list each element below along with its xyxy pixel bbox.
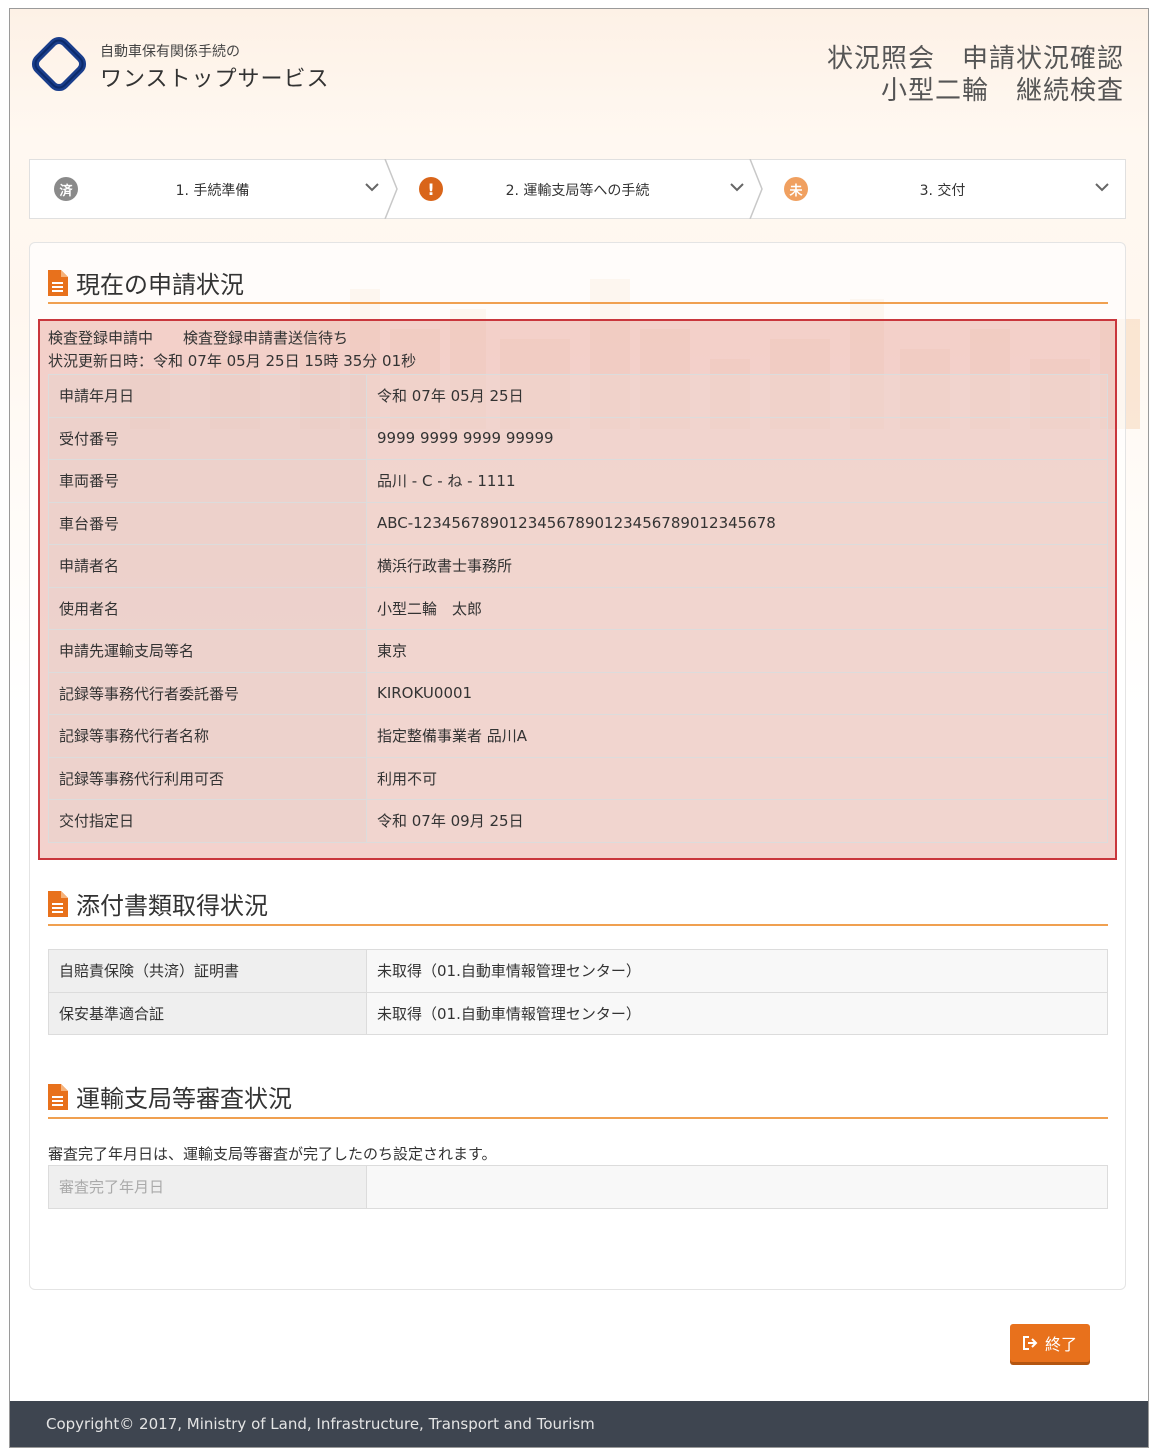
row-value (366, 1165, 1108, 1209)
status-panel: 現在の申請状況 検査登録申請中 検査登録申請書送信待ち 状況更新日時：令和 07… (29, 242, 1126, 1290)
table-row: 受付番号 9999 9999 9999 99999 (48, 416, 1108, 460)
table-row: 記録等事務代行者名称 指定整備事業者 品川A (48, 714, 1108, 758)
section-divider (48, 302, 1108, 304)
row-label: 受付番号 (48, 416, 367, 460)
section-title-text: 添付書類取得状況 (76, 892, 268, 920)
application-status: 検査登録申請中 検査登録申請書送信待ち (48, 329, 349, 347)
document-icon (48, 890, 68, 917)
row-label: 車両番号 (48, 459, 367, 503)
row-label: 車台番号 (48, 501, 367, 545)
page-title-line2: 小型二輪 継続検査 (880, 76, 1124, 106)
table-row: 審査完了年月日 (48, 1165, 1108, 1209)
row-value: 令和 07年 09月 25日 (366, 799, 1108, 843)
attachments-table: 自賠責保険（共済）証明書 未取得（01.自動車情報管理センター） 保安基準適合証 未取… (48, 949, 1108, 1035)
table-row: 記録等事務代行者委託番号 KIROKU0001 (48, 671, 1108, 715)
row-label: 使用者名 (48, 586, 367, 630)
table-row: 交付指定日 令和 07年 09月 25日 (48, 799, 1108, 843)
chevron-down-icon (365, 183, 379, 192)
row-value: KIROKU0001 (366, 671, 1108, 715)
section-title-attachments: 添付書類取得状況 (48, 886, 268, 921)
step-label: 1. 手続準備 (175, 183, 250, 199)
chevron-down-icon (730, 183, 744, 192)
row-label: 自賠責保険（共済）証明書 (48, 949, 367, 993)
step-delivery[interactable]: 未 3. 交付 (760, 160, 1125, 218)
row-label: 申請年月日 (48, 374, 367, 418)
sign-out-icon (1022, 1336, 1038, 1350)
table-row: 保安基準適合証 未取得（01.自動車情報管理センター） (48, 991, 1108, 1035)
section-title-current: 現在の申請状況 (48, 265, 244, 300)
row-value: 令和 07年 05月 25日 (366, 374, 1108, 418)
section-divider (48, 1117, 1108, 1119)
row-label: 申請先運輸支局等名 (48, 629, 367, 673)
brand-subtitle: 自動車保有関係手続の (100, 44, 240, 60)
footer: Copyright© 2017, Ministry of Land, Infra… (10, 1401, 1148, 1447)
row-value: 利用不可 (366, 756, 1108, 800)
table-row: 申請者名 横浜行政書士事務所 (48, 544, 1108, 588)
one-stop-service-logo (31, 36, 87, 92)
row-value: 小型二輪 太郎 (366, 586, 1108, 630)
row-label: 保安基準適合証 (48, 991, 367, 1035)
row-value: 未取得（01.自動車情報管理センター） (366, 991, 1108, 1035)
step-transport-office[interactable]: ! 2. 運輸支局等への手続 (395, 159, 763, 219)
step-separator (749, 159, 763, 219)
chevron-down-icon (1095, 183, 1109, 192)
document-icon (48, 1083, 68, 1110)
step-label: 2. 運輸支局等への手続 (505, 183, 650, 199)
brand-name: ワンストップサービス (100, 67, 330, 92)
row-label: 申請者名 (48, 544, 367, 588)
section-title-text: 運輸支局等審査状況 (76, 1085, 292, 1113)
row-value: ABC-123456789012345678901234567890123456… (366, 501, 1108, 545)
row-value: 9999 9999 9999 99999 (366, 416, 1108, 460)
end-button[interactable]: 終了 (1010, 1324, 1090, 1362)
row-value: 横浜行政書士事務所 (366, 544, 1108, 588)
review-note: 審査完了年月日は、運輸支局等審査が完了したのち設定されます。 (48, 1145, 497, 1163)
app-window: 自動車保有関係手続の ワンストップサービス 状況照会 申請状況確認 小型二輪 継… (9, 8, 1149, 1448)
step-label: 3. 交付 (919, 183, 966, 199)
row-label: 記録等事務代行利用可否 (48, 756, 367, 800)
row-value: 東京 (366, 629, 1108, 673)
current-status-table: 申請年月日 令和 07年 05月 25日 受付番号 9999 9999 9999 99… (48, 374, 1108, 843)
row-value: 指定整備事業者 品川A (366, 714, 1108, 758)
row-value: 品川 - C - ね - 1111 (366, 459, 1108, 503)
section-title-review: 運輸支局等審査状況 (48, 1079, 292, 1114)
document-icon (48, 269, 68, 296)
table-row: 申請年月日 令和 07年 05月 25日 (48, 374, 1108, 418)
procedure-stepper: 済 1. 手続準備 ! 2. 運輸支局等への手続 未 3. 交付 (29, 159, 1126, 219)
table-row: 車台番号 ABC-12345678901234567890123456789012… (48, 501, 1108, 545)
row-label: 記録等事務代行者名称 (48, 714, 367, 758)
status-updated-at: 状況更新日時：令和 07年 05月 25日 15時 35分 01秒 (48, 352, 417, 370)
row-label: 審査完了年月日 (48, 1165, 367, 1209)
table-row: 申請先運輸支局等名 東京 (48, 629, 1108, 673)
step-preparation[interactable]: 済 1. 手続準備 (30, 159, 398, 219)
row-label: 交付指定日 (48, 799, 367, 843)
end-button-label: 終了 (1044, 1335, 1077, 1354)
table-row: 車両番号 品川 - C - ね - 1111 (48, 459, 1108, 503)
row-value: 未取得（01.自動車情報管理センター） (366, 949, 1108, 993)
step-separator (384, 159, 398, 219)
page-title-line1: 状況照会 申請状況確認 (826, 44, 1124, 74)
copyright-text: Copyright© 2017, Ministry of Land, Infra… (46, 1415, 595, 1433)
section-divider (48, 924, 1108, 926)
table-row: 自賠責保険（共済）証明書 未取得（01.自動車情報管理センター） (48, 949, 1108, 993)
page-title: 状況照会 申請状況確認 小型二輪 継続検査 (827, 43, 1124, 107)
review-table: 審査完了年月日 (48, 1165, 1108, 1209)
table-row: 使用者名 小型二輪 太郎 (48, 586, 1108, 630)
row-label: 記録等事務代行者委託番号 (48, 671, 367, 715)
table-row: 記録等事務代行利用可否 利用不可 (48, 756, 1108, 800)
section-title-text: 現在の申請状況 (76, 271, 244, 299)
